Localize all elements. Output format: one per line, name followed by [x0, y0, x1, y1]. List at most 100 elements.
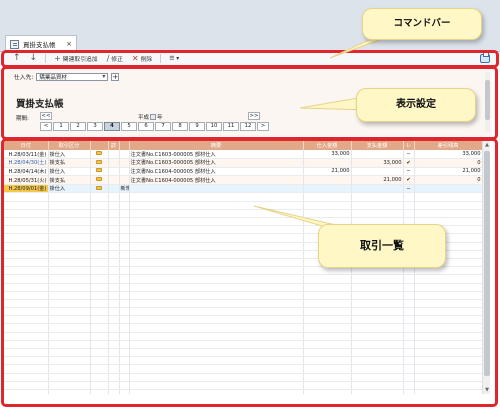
era-year-selector[interactable]: 平成 年: [138, 113, 163, 121]
cell-detail[interactable]: [108, 150, 120, 160]
cell-check[interactable]: −: [403, 184, 415, 194]
cell-mark[interactable]: [119, 175, 130, 185]
col-balance[interactable]: 差引残高: [414, 141, 482, 150]
cell-folder[interactable]: [90, 167, 109, 177]
cell-type[interactable]: 掛仕入: [48, 150, 91, 160]
cell-detail[interactable]: [108, 158, 120, 168]
table-row[interactable]: H.28/03/11(金) 掛仕入 注文書No.C1603-000005 部材仕入 3…: [4, 150, 482, 160]
cell-type[interactable]: 掛支払: [48, 175, 91, 185]
list-scrollbar[interactable]: ▲ ▼: [482, 141, 490, 394]
table-row[interactable]: H.28/05/31(火) 掛支払 注文書No.C1604-000005 部材仕入 2…: [4, 175, 482, 185]
folder-icon[interactable]: [96, 177, 102, 182]
cell-check[interactable]: ✔: [403, 175, 415, 185]
cell-date[interactable]: H.28/04/14(木): [4, 167, 49, 177]
month-button[interactable]: 12: [240, 122, 256, 131]
cell-purchase[interactable]: [303, 184, 352, 194]
cell-payment[interactable]: [351, 150, 404, 160]
cell-folder[interactable]: [90, 184, 109, 194]
cell-date[interactable]: H.28/05/31(火): [4, 175, 49, 185]
cell-check[interactable]: −: [403, 167, 415, 177]
cell-detail[interactable]: [108, 167, 120, 177]
cell-balance[interactable]: 33,000: [414, 150, 482, 160]
cell-date[interactable]: H.28/03/11(金): [4, 150, 49, 160]
cell-mark[interactable]: [119, 158, 130, 168]
cell-mark[interactable]: 新規: [119, 184, 130, 194]
prev-year-button[interactable]: <<: [40, 112, 52, 120]
scrollbar-thumb[interactable]: [484, 151, 490, 376]
month-button[interactable]: 11: [223, 122, 239, 131]
month-button[interactable]: 3: [87, 122, 103, 131]
scroll-up-icon[interactable]: ▲: [484, 142, 490, 148]
cell-balance[interactable]: 0: [414, 158, 482, 168]
col-detail[interactable]: 詳: [108, 141, 120, 150]
cell-summary[interactable]: 注文書No.C1604-000005 部材仕入: [129, 175, 304, 185]
col-payment[interactable]: 支払金額: [351, 141, 404, 150]
cell-date[interactable]: H.28/04/30(土): [4, 158, 49, 168]
cell-check[interactable]: ✔: [403, 158, 415, 168]
month-button[interactable]: 8: [172, 122, 188, 131]
cell-date[interactable]: H.28/09/01(金): [4, 184, 49, 194]
cell-balance[interactable]: 21,000: [414, 167, 482, 177]
move-up-button[interactable]: ↑: [10, 53, 24, 65]
prev-month-button[interactable]: <: [40, 122, 52, 131]
folder-icon[interactable]: [96, 151, 102, 156]
next-year-button[interactable]: >>: [248, 112, 260, 120]
folder-icon[interactable]: [96, 185, 102, 190]
cell-mark[interactable]: [119, 167, 130, 177]
cell-summary[interactable]: [129, 184, 304, 194]
cell-detail[interactable]: [108, 184, 120, 194]
tab-ap-ledger[interactable]: 買掛支払帳 ×: [5, 35, 77, 52]
cell-payment[interactable]: 33,000: [351, 158, 404, 168]
table-row[interactable]: H.28/09/01(金)掛仕入 新規 −: [4, 184, 482, 194]
col-check[interactable]: レ: [403, 141, 415, 150]
next-month-button[interactable]: >: [257, 122, 269, 131]
cell-summary[interactable]: 注文書No.C1603-000005 部材仕入: [129, 158, 304, 168]
move-down-button[interactable]: ↓: [27, 53, 41, 65]
cell-payment[interactable]: [351, 167, 404, 177]
col-summary[interactable]: 摘要: [129, 141, 304, 150]
folder-icon[interactable]: [96, 159, 102, 164]
cell-payment[interactable]: 21,000: [351, 175, 404, 185]
cell-purchase[interactable]: [303, 175, 352, 185]
year-spinner[interactable]: [150, 114, 157, 120]
cell-purchase[interactable]: 33,000: [303, 150, 352, 160]
table-row[interactable]: H.28/04/14(木) 掛仕入 注文書No.C1604-000005 部材仕入 2…: [4, 167, 482, 177]
cell-purchase[interactable]: [303, 158, 352, 168]
delete-button[interactable]: ✕ 削除: [129, 53, 155, 65]
view-menu-button[interactable]: ☰ ▾: [166, 53, 182, 65]
cell-summary[interactable]: 注文書No.C1604-000005 部材仕入: [129, 167, 304, 177]
col-purchase[interactable]: 仕入金額: [303, 141, 352, 150]
cell-type[interactable]: 掛仕入: [48, 167, 91, 177]
add-supplier-button[interactable]: +: [111, 72, 120, 81]
cell-payment[interactable]: [351, 184, 404, 194]
cell-mark[interactable]: [119, 150, 130, 160]
cell-folder[interactable]: [90, 175, 109, 185]
settings-scrollbar[interactable]: [485, 72, 490, 132]
cell-type[interactable]: 掛仕入: [48, 184, 91, 194]
cell-folder[interactable]: [90, 150, 109, 160]
month-button[interactable]: 9: [189, 122, 205, 131]
scroll-down-icon[interactable]: ▼: [484, 387, 490, 393]
add-related-button[interactable]: + 関連取引追加: [51, 53, 101, 65]
cell-folder[interactable]: [90, 158, 109, 168]
folder-icon[interactable]: [96, 168, 102, 173]
month-button[interactable]: 5: [121, 122, 137, 131]
month-button[interactable]: 1: [53, 122, 69, 131]
month-button-active[interactable]: 4: [104, 122, 120, 131]
supplier-select[interactable]: 矯業品資材: [36, 72, 109, 81]
close-icon[interactable]: ×: [66, 40, 72, 48]
cell-detail[interactable]: [108, 175, 120, 185]
col-type[interactable]: 取引区分: [48, 141, 91, 150]
edit-button[interactable]: ∕ 修正: [104, 53, 126, 65]
month-button[interactable]: 10: [206, 122, 222, 131]
cell-type[interactable]: 掛支払: [48, 158, 91, 168]
cell-purchase[interactable]: 21,000: [303, 167, 352, 177]
month-button[interactable]: 6: [138, 122, 154, 131]
cell-balance[interactable]: 0: [414, 175, 482, 185]
cell-summary[interactable]: 注文書No.C1603-000005 部材仕入: [129, 150, 304, 160]
col-date[interactable]: 日付: [4, 141, 49, 150]
scrollbar-thumb[interactable]: [485, 80, 490, 120]
month-button[interactable]: 2: [70, 122, 86, 131]
month-button[interactable]: 7: [155, 122, 171, 131]
table-row[interactable]: H.28/04/30(土) 掛支払 注文書No.C1603-000005 部材仕入 3…: [4, 158, 482, 168]
